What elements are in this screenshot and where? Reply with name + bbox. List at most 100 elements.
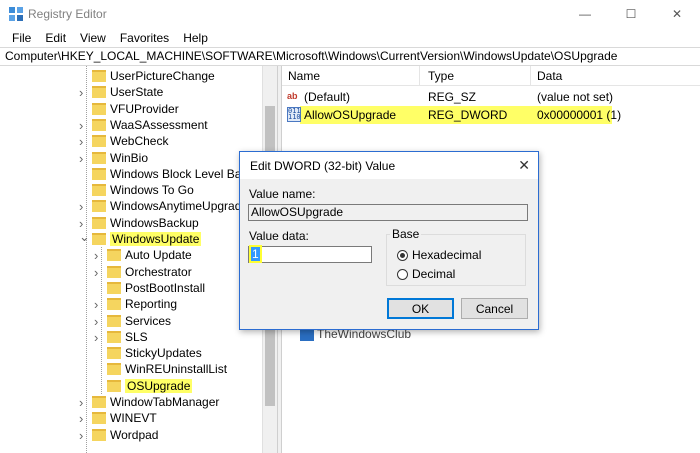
address-bar[interactable]: Computer\HKEY_LOCAL_MACHINE\SOFTWARE\Mic… (0, 47, 700, 66)
folder-icon (107, 281, 121, 294)
tree-item-label: Windows To Go (110, 183, 194, 198)
tree-item[interactable]: Windows Block Level Backu (92, 166, 260, 182)
decimal-radio[interactable]: Decimal (397, 267, 455, 281)
tree-item[interactable]: WINEVT (92, 410, 157, 426)
chevron-right-icon[interactable]: › (79, 428, 83, 443)
folder-icon (92, 428, 106, 441)
folder-icon (107, 363, 121, 376)
tree-item[interactable]: PostBootInstall (107, 280, 205, 296)
tree-item[interactable]: VFUProvider (92, 101, 179, 117)
tree-item[interactable]: WebCheck (92, 133, 168, 149)
tree-item[interactable]: OSUpgrade (107, 378, 193, 394)
menu-view[interactable]: View (73, 31, 113, 45)
menu-file[interactable]: File (5, 31, 38, 45)
cancel-button[interactable]: Cancel (461, 298, 528, 319)
tree-item[interactable]: Wordpad (92, 427, 158, 443)
tree-item[interactable]: WinREUninstallList (107, 361, 227, 377)
column-header-data[interactable]: Data (537, 69, 562, 83)
tree-item[interactable]: Services (107, 313, 171, 329)
dialog-title: Edit DWORD (32-bit) Value (250, 159, 396, 173)
maximize-button[interactable]: ☐ (608, 0, 654, 28)
value-row-allowosupgrade[interactable]: 011 110 AllowOSUpgrade REG_DWORD 0x00000… (282, 106, 700, 124)
tree-item-label: VFUProvider (110, 101, 179, 116)
tree-item[interactable]: Auto Update (107, 247, 192, 263)
chevron-right-icon[interactable]: › (79, 118, 83, 133)
minimize-button[interactable]: — (562, 0, 608, 28)
menu-help[interactable]: Help (176, 31, 215, 45)
value-data-selection: 1 (249, 245, 262, 263)
tree-item-label: Reporting (125, 297, 178, 312)
chevron-right-icon[interactable]: › (79, 395, 83, 410)
tree-item-label: Services (125, 313, 172, 328)
chevron-right-icon[interactable]: › (94, 265, 98, 280)
tree-item-label: Orchestrator (125, 264, 192, 279)
column-separator[interactable] (419, 66, 420, 86)
registry-editor-icon (9, 7, 23, 21)
tree-item[interactable]: Orchestrator (107, 264, 192, 280)
menu-edit[interactable]: Edit (38, 31, 73, 45)
menu-bar: File Edit View Favorites Help (0, 28, 700, 47)
tree-item[interactable]: UserState (92, 84, 163, 100)
binary-value-icon: 011 110 (287, 107, 301, 122)
chevron-right-icon[interactable]: › (79, 411, 83, 426)
chevron-right-icon[interactable]: › (94, 314, 98, 329)
tree-item-label: WaaSAssessment (110, 117, 208, 132)
ok-button[interactable]: OK (387, 298, 454, 319)
tree-item-label: WindowTabManager (110, 395, 220, 409)
tree-item[interactable]: Windows To Go (92, 182, 194, 198)
column-header-name[interactable]: Name (288, 69, 320, 83)
tree-item-label: SLS (125, 329, 148, 344)
folder-icon (107, 249, 121, 262)
key-tree: UserPictureChange › UserState VFUProvider › W… (0, 66, 275, 453)
tree-item[interactable]: WindowTabManager (92, 394, 219, 410)
hexadecimal-label: Hexadecimal (412, 248, 482, 262)
tree-item-label: Windows Block Level Backu (110, 166, 261, 181)
chevron-right-icon[interactable]: › (94, 330, 98, 345)
value-type: REG_SZ (428, 90, 477, 104)
tree-item[interactable]: UserPictureChange (92, 68, 215, 84)
tree-item-label: WindowsBackup (110, 215, 199, 230)
column-header-type[interactable]: Type (428, 69, 454, 83)
value-name: (Default) (304, 90, 351, 104)
tree-item-label: WinREUninstallList (125, 362, 228, 377)
tree-item[interactable]: WindowsBackup (92, 215, 199, 231)
value-row-default[interactable]: ab (Default) REG_SZ (value not set) (282, 88, 700, 106)
folder-icon (92, 200, 106, 213)
chevron-right-icon[interactable]: › (94, 248, 98, 263)
tree-item[interactable]: WindowsAnytimeUpgrade (92, 198, 248, 214)
value-data-input[interactable]: 1 (248, 245, 372, 263)
window-title: Registry Editor (28, 7, 107, 21)
value-name: AllowOSUpgrade (304, 108, 397, 122)
tree-item[interactable]: WaaSAssessment (92, 117, 208, 133)
tree-guide-line (86, 66, 87, 453)
folder-icon (92, 151, 106, 164)
value-name-field[interactable]: AllowOSUpgrade (248, 204, 528, 221)
decimal-label: Decimal (412, 267, 456, 281)
folder-icon (92, 118, 106, 131)
radio-unselected-icon (397, 268, 408, 280)
folder-icon (92, 396, 106, 408)
tree-item[interactable]: WindowsUpdate (92, 231, 202, 247)
chevron-right-icon[interactable]: › (79, 85, 83, 100)
chevron-right-icon[interactable]: › (79, 134, 83, 149)
value-data: 0x00000001 (1) (537, 108, 622, 122)
column-separator[interactable] (530, 66, 531, 86)
folder-icon (92, 233, 106, 245)
close-button[interactable]: ✕ (654, 0, 700, 28)
tree-item-label: PostBootInstall (125, 280, 206, 295)
tree-item-label: Wordpad (110, 427, 159, 442)
tree-item[interactable]: StickyUpdates (107, 345, 202, 361)
chevron-down-icon[interactable]: ⌄ (79, 229, 90, 245)
chevron-right-icon[interactable]: › (79, 151, 83, 166)
tree-item[interactable]: Reporting (107, 296, 177, 312)
hexadecimal-radio[interactable]: Hexadecimal (397, 248, 481, 262)
tree-item[interactable]: WinBio (92, 150, 148, 166)
menu-favorites[interactable]: Favorites (113, 31, 176, 45)
folder-icon (107, 314, 121, 327)
dialog-close-icon[interactable]: ✕ (518, 157, 530, 174)
chevron-right-icon[interactable]: › (79, 199, 83, 214)
tree-item[interactable]: SLS (107, 329, 148, 345)
chevron-right-icon[interactable]: › (94, 297, 98, 312)
tree-item-label: WindowsAnytimeUpgrade (110, 199, 249, 214)
string-value-icon: ab (287, 91, 298, 101)
